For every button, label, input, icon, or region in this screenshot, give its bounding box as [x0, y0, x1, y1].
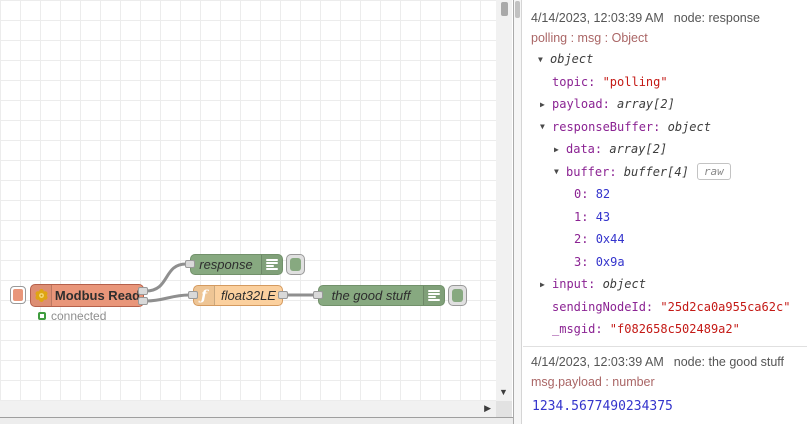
good-stuff-input-port[interactable] — [313, 291, 323, 299]
function-node-label: float32LE — [221, 288, 276, 303]
debug-message-path: polling : msg : Object — [531, 30, 648, 45]
debug-sidebar: 4/14/2023, 12:03:39 AM node: response po… — [523, 0, 807, 424]
wire-modbus-response[interactable] — [144, 262, 188, 293]
modbus-node-label: Modbus Read — [54, 288, 141, 303]
status-ring-icon — [38, 312, 46, 320]
node-response[interactable]: response — [190, 254, 283, 275]
debug-message: 4/14/2023, 12:03:39 AM node: the good st… — [523, 345, 807, 414]
debug-message-meta: 4/14/2023, 12:03:39 AM node: response — [523, 8, 807, 27]
modbus-flower-icon — [35, 289, 47, 302]
modbus-node-button-fill — [13, 289, 23, 301]
modbus-node-button[interactable] — [10, 286, 26, 304]
good-stuff-toggle-fill — [452, 289, 463, 302]
tree-row-buffer-3: 3: 0x9a — [574, 254, 625, 269]
tree-row-buffer: ▼ buffer: buffer[4] raw — [523, 161, 807, 184]
flow-canvas[interactable]: Modbus Read connected response ƒ float32… — [0, 0, 496, 401]
vertical-scrollbar[interactable]: ▼ — [496, 0, 512, 401]
modbus-icon-region — [31, 285, 52, 306]
debug-message: 4/14/2023, 12:03:39 AM node: response po… — [523, 0, 807, 341]
function-f-glyph: ƒ — [200, 287, 208, 304]
tree-row-buffer-0: 0: 82 — [574, 187, 611, 202]
tree-row-topic: topic: "polling" — [552, 74, 668, 89]
node-the-good-stuff[interactable]: the good stuff — [318, 285, 445, 306]
collapse-caret-icon[interactable]: ▼ — [538, 55, 550, 64]
expand-caret-icon[interactable]: ▶ — [554, 145, 566, 154]
debug-source-node: node: the good stuff — [673, 355, 785, 369]
debug-list-icon — [423, 286, 444, 305]
vertical-scrollbar-thumb[interactable] — [501, 2, 508, 16]
debug-payload-value: 1234.5677490234375 — [532, 398, 673, 414]
tree-row-buffer-1: 1: 43 — [574, 209, 611, 224]
wire-modbus-function[interactable] — [144, 293, 191, 303]
good-stuff-node-label: the good stuff — [331, 288, 411, 303]
collapse-caret-icon[interactable]: ▼ — [554, 167, 566, 176]
response-debug-toggle-button[interactable] — [286, 254, 305, 275]
scrollbar-corner — [496, 401, 512, 417]
tree-row-msgid: _msgid: "f082658c502489a2" — [552, 322, 740, 337]
debug-message-path: msg.payload : number — [531, 375, 655, 389]
debug-json-tree: ▼ object topic: "polling" ▶ payload: array… — [523, 48, 807, 341]
horizontal-scrollbar[interactable]: ▶ — [0, 401, 496, 417]
node-float32le[interactable]: ƒ float32LE — [193, 285, 283, 306]
scroll-down-icon[interactable]: ▼ — [499, 387, 508, 397]
sidebar-scrollbar[interactable] — [514, 0, 522, 424]
debug-message-meta: 4/14/2023, 12:03:39 AM node: the good st… — [523, 353, 807, 372]
tree-row-payload: ▶ payload: array[2] — [540, 97, 675, 112]
tree-row-sendingnodeid: sendingNodeId: "25d2ca0a955ca62c" — [552, 299, 791, 314]
response-node-label: response — [199, 257, 253, 272]
modbus-status-text: connected — [51, 309, 107, 323]
debug-source-node: node: response — [673, 10, 760, 25]
sidebar-scrollbar-thumb[interactable] — [515, 1, 520, 18]
wires-layer — [144, 262, 316, 303]
tree-row-data: ▶ data: array[2] — [554, 142, 668, 157]
response-input-port[interactable] — [185, 260, 195, 268]
debug-timestamp: 4/14/2023, 12:03:39 AM — [531, 355, 664, 369]
expand-caret-icon[interactable]: ▶ — [540, 100, 552, 109]
response-toggle-fill — [290, 258, 301, 271]
tree-row-input: ▶ input: object — [540, 277, 646, 292]
good-stuff-debug-toggle-button[interactable] — [448, 285, 467, 306]
debug-list-icon — [261, 255, 282, 274]
tree-row-object: ▼ object — [538, 52, 594, 67]
debug-timestamp: 4/14/2023, 12:03:39 AM — [531, 10, 664, 25]
node-modbus-read[interactable]: Modbus Read — [30, 284, 144, 307]
tree-row-buffer-2: 2: 0x44 — [574, 232, 625, 247]
function-output-port[interactable] — [278, 291, 288, 299]
function-input-port[interactable] — [188, 291, 198, 299]
tree-row-responsebuffer: ▼ responseBuffer: object — [540, 119, 711, 134]
expand-caret-icon[interactable]: ▶ — [540, 280, 552, 289]
scroll-right-icon[interactable]: ▶ — [484, 403, 491, 414]
canvas-bottom-strip — [0, 417, 513, 424]
raw-toggle-button[interactable]: raw — [696, 163, 731, 181]
collapse-caret-icon[interactable]: ▼ — [540, 122, 552, 131]
modbus-output-port-2[interactable] — [138, 297, 148, 305]
modbus-output-port-1[interactable] — [138, 287, 148, 295]
